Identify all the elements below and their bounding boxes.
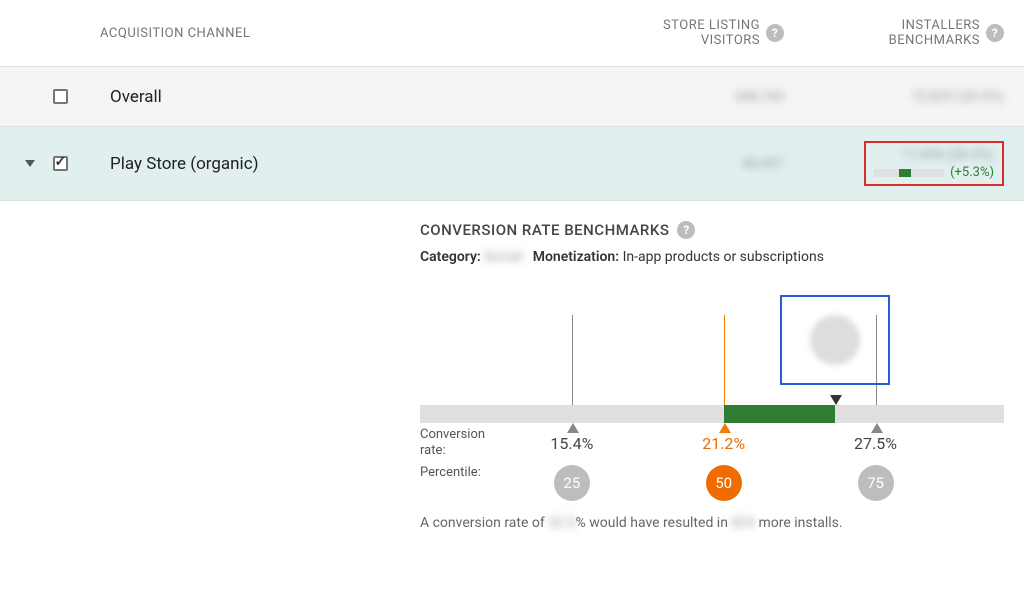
col-installers-line2: BENCHMARKS [889, 33, 980, 48]
highlight-box: 11,454 (28.3%) (+5.3%) [864, 141, 1004, 186]
col-visitors-line1: STORE LISTING [663, 18, 760, 33]
benchmark-sparkline-row: (+5.3%) [874, 165, 994, 180]
benchmark-delta: (+5.3%) [950, 165, 994, 180]
help-icon[interactable]: ? [766, 24, 784, 42]
detail-meta: Category: Social Monetization: In-app pr… [420, 249, 1004, 265]
row-label: Overall [80, 87, 564, 107]
col-visitors-line2: VISITORS [701, 33, 760, 48]
footer-blur: 824 [731, 515, 755, 531]
percentile-badge-p75: 75 [858, 465, 894, 501]
checkbox-col [40, 89, 80, 104]
footer-prefix: A conversion rate of [420, 515, 548, 531]
marker-arrow-down-icon [830, 395, 842, 405]
detail-title-text: CONVERSION RATE BENCHMARKS [420, 221, 669, 239]
help-icon[interactable]: ? [677, 221, 695, 239]
checkbox-col [40, 156, 80, 171]
col-installers-line1: INSTALLERS [902, 18, 980, 33]
row-checkbox[interactable] [53, 156, 68, 171]
row-installers: 11,454 (28.3%) (+5.3%) [784, 141, 1004, 186]
rate-p50: 21.2% [702, 434, 745, 453]
footer-blur: 32.5 [548, 515, 575, 531]
footer-suffix: more installs. [755, 515, 843, 531]
chart-track [420, 405, 1004, 423]
column-header-channel: ACQUISITION CHANNEL [40, 26, 564, 41]
installers-value-blur: 72,829 (20.0%) [911, 89, 1004, 105]
column-header-installers: INSTALLERS BENCHMARKS ? [784, 18, 1004, 48]
row-label: Play Store (organic) [80, 154, 564, 174]
monetization-value: In-app products or subscriptions [623, 249, 824, 265]
conversion-rate-label: Conversion rate: [420, 427, 505, 458]
monetization-label: Monetization: [533, 249, 619, 265]
footer-note: A conversion rate of 32.5% would have re… [420, 515, 1004, 531]
marker-arrow-up-icon [719, 423, 731, 433]
table-row[interactable]: Play Store (organic) 40,397 11,454 (28.3… [0, 127, 1024, 201]
row-checkbox[interactable] [53, 89, 68, 104]
column-header-visitors: STORE LISTING VISITORS ? [564, 18, 784, 48]
table-header: ACQUISITION CHANNEL STORE LISTING VISITO… [0, 0, 1024, 67]
chart-green-range [724, 405, 835, 423]
row-installers: 72,829 (20.0%) [784, 89, 1004, 105]
rate-p75: 27.5% [854, 434, 897, 453]
visitors-value-blur: 348,769 [734, 89, 784, 105]
category-label: Category: [420, 249, 481, 265]
visitors-value-blur: 40,397 [742, 156, 784, 172]
marker-arrow-up-icon [567, 423, 579, 433]
benchmark-sparkbar [874, 169, 944, 177]
marker-arrow-up-icon [871, 423, 883, 433]
table-row[interactable]: Overall 348,769 72,829 (20.0%) [0, 67, 1024, 127]
footer-mid: % would have resulted in [576, 515, 732, 531]
expand-toggle[interactable] [20, 160, 40, 167]
help-icon[interactable]: ? [986, 24, 1004, 42]
chevron-down-icon [25, 160, 35, 167]
row-visitors: 348,769 [564, 89, 784, 105]
benchmark-detail: CONVERSION RATE BENCHMARKS ? Category: S… [0, 201, 1024, 551]
percentile-badge-p50: 50 [706, 465, 742, 501]
marker-line-p50 [724, 315, 725, 405]
percentile-label: Percentile: [420, 465, 505, 481]
category-value-blur: Social [484, 249, 522, 265]
percentile-badge-p25: 25 [554, 465, 590, 501]
row-visitors: 40,397 [564, 156, 784, 172]
detail-title: CONVERSION RATE BENCHMARKS ? [420, 221, 1004, 239]
marker-line-p25 [572, 315, 573, 405]
highlight-box [780, 295, 890, 385]
installers-value-blur: 11,454 (28.3%) [901, 147, 994, 163]
benchmark-chart: Conversion rate: 15.4% 21.2% 27.5% Perce… [420, 295, 1004, 485]
rate-p25: 15.4% [550, 434, 593, 453]
